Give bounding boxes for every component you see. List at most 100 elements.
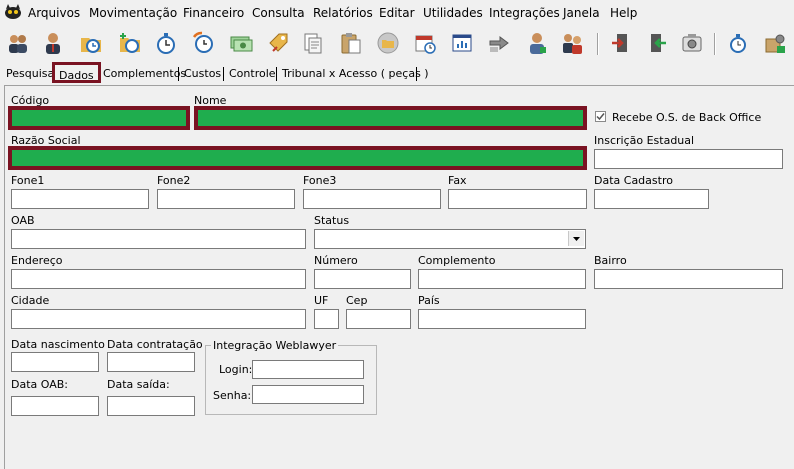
- calendar-icon[interactable]: [412, 30, 438, 56]
- endereco-field[interactable]: [11, 269, 306, 289]
- box-settings-icon[interactable]: [762, 30, 788, 56]
- data-saida-field[interactable]: [107, 396, 195, 416]
- inscricao-estadual-label: Inscrição Estadual: [594, 134, 695, 147]
- bairro-field[interactable]: [594, 269, 783, 289]
- folder-round-icon[interactable]: [375, 30, 401, 56]
- menu-integracoes[interactable]: Integrações: [489, 6, 560, 20]
- menu-utilidades[interactable]: Utilidades: [423, 6, 483, 20]
- fax-field[interactable]: [448, 189, 587, 209]
- menu-janela[interactable]: Janela: [563, 6, 600, 20]
- uf-field[interactable]: [314, 309, 339, 329]
- pais-label: País: [418, 294, 440, 307]
- data-contratacao-label: Data contratação: [107, 338, 203, 351]
- tab-custos[interactable]: Custos: [181, 65, 224, 83]
- oab-field[interactable]: [11, 229, 306, 249]
- status-select[interactable]: [314, 229, 586, 249]
- tab-tribunal-acesso[interactable]: Tribunal x Acesso ( peças ): [279, 65, 432, 83]
- clipboard-copy-icon[interactable]: [300, 30, 326, 56]
- senha-label: Senha:: [213, 389, 252, 402]
- menu-bar: Arquivos Movimentação Financeiro Consult…: [0, 0, 794, 26]
- data-oab-field[interactable]: [11, 396, 99, 416]
- users-group-icon[interactable]: [5, 30, 31, 56]
- door-enter-icon[interactable]: [644, 30, 670, 56]
- clipboard-paste-icon[interactable]: [338, 30, 364, 56]
- tab-pesquisa[interactable]: Pesquisa: [3, 65, 57, 83]
- data-oab-label: Data OAB:: [11, 378, 69, 391]
- users-exchange-icon[interactable]: [559, 30, 585, 56]
- login-field[interactable]: [252, 360, 364, 379]
- status-label: Status: [314, 214, 350, 227]
- menu-relatorios[interactable]: Relatórios: [313, 6, 373, 20]
- numero-field[interactable]: [314, 269, 411, 289]
- clock-cycle-icon[interactable]: [190, 30, 216, 56]
- nome-field[interactable]: [194, 106, 587, 130]
- folder-add-clock-icon[interactable]: [117, 30, 143, 56]
- cidade-field[interactable]: [11, 309, 306, 329]
- recebe-os-label: Recebe O.S. de Back Office: [612, 111, 762, 124]
- oab-label: OAB: [11, 214, 35, 227]
- tag-edit-icon[interactable]: [266, 30, 292, 56]
- menu-editar[interactable]: Editar: [379, 6, 415, 20]
- user-icon[interactable]: [40, 30, 66, 56]
- data-cadastro-field[interactable]: [594, 189, 709, 209]
- fone3-field[interactable]: [303, 189, 441, 209]
- camera-icon[interactable]: [679, 30, 705, 56]
- cidade-label: Cidade: [11, 294, 50, 307]
- checkmark-icon: [596, 113, 605, 121]
- data-nascimento-label: Data nascimento: [11, 338, 105, 351]
- data-saida-label: Data saída:: [107, 378, 170, 391]
- tab-controle[interactable]: Controle: [226, 65, 279, 83]
- fax-label: Fax: [448, 174, 467, 187]
- senha-field[interactable]: [252, 385, 364, 404]
- data-cadastro-label: Data Cadastro: [594, 174, 673, 187]
- data-contratacao-field[interactable]: [107, 352, 195, 372]
- report-window-icon[interactable]: [449, 30, 475, 56]
- fone3-label: Fone3: [303, 174, 337, 187]
- door-exit-icon[interactable]: [608, 30, 634, 56]
- codigo-field[interactable]: [8, 106, 190, 130]
- tab-dados[interactable]: Dados: [52, 62, 101, 83]
- login-label: Login:: [219, 363, 253, 376]
- inscricao-estadual-field[interactable]: [594, 149, 783, 169]
- cep-field[interactable]: [346, 309, 411, 329]
- stopwatch-small-icon[interactable]: [725, 30, 751, 56]
- fone1-field[interactable]: [11, 189, 149, 209]
- money-icon[interactable]: [228, 30, 254, 56]
- cep-label: Cep: [346, 294, 368, 307]
- pais-field[interactable]: [418, 309, 586, 329]
- app-logo-icon: [5, 4, 21, 19]
- numero-label: Número: [314, 254, 358, 267]
- menu-arquivos[interactable]: Arquivos: [28, 6, 80, 20]
- menu-help[interactable]: Help: [610, 6, 637, 20]
- bairro-label: Bairro: [594, 254, 627, 267]
- tab-separator: [416, 67, 417, 81]
- uf-label: UF: [314, 294, 329, 307]
- tab-separator: [223, 67, 224, 81]
- toolbar: [0, 27, 794, 60]
- user-badge-icon[interactable]: [524, 30, 550, 56]
- menu-financeiro[interactable]: Financeiro: [183, 6, 244, 20]
- stopwatch-icon[interactable]: [153, 30, 179, 56]
- data-nascimento-field[interactable]: [11, 352, 99, 372]
- fone2-field[interactable]: [157, 189, 295, 209]
- hand-arrow-icon[interactable]: [486, 30, 512, 56]
- razao-social-field[interactable]: [8, 146, 587, 170]
- weblawyer-group-title: Integração Weblawyer: [211, 339, 339, 352]
- recebe-os-checkbox[interactable]: [595, 111, 606, 122]
- tab-separator: [276, 67, 277, 81]
- tab-strip: Pesquisa Dados Complementos Custos Contr…: [0, 61, 794, 85]
- fone1-label: Fone1: [11, 174, 45, 187]
- folder-clock-icon[interactable]: [78, 30, 104, 56]
- tab-complementos[interactable]: Complementos: [100, 65, 189, 83]
- fone2-label: Fone2: [157, 174, 191, 187]
- complemento-label: Complemento: [418, 254, 496, 267]
- toolbar-separator: [714, 33, 716, 55]
- menu-movimentacao[interactable]: Movimentação: [89, 6, 177, 20]
- toolbar-separator: [597, 33, 599, 55]
- complemento-field[interactable]: [418, 269, 586, 289]
- tab-separator: [178, 67, 179, 81]
- endereco-label: Endereço: [11, 254, 63, 267]
- chevron-down-icon[interactable]: [568, 231, 584, 246]
- menu-consulta[interactable]: Consulta: [252, 6, 305, 20]
- weblawyer-group: [205, 345, 377, 415]
